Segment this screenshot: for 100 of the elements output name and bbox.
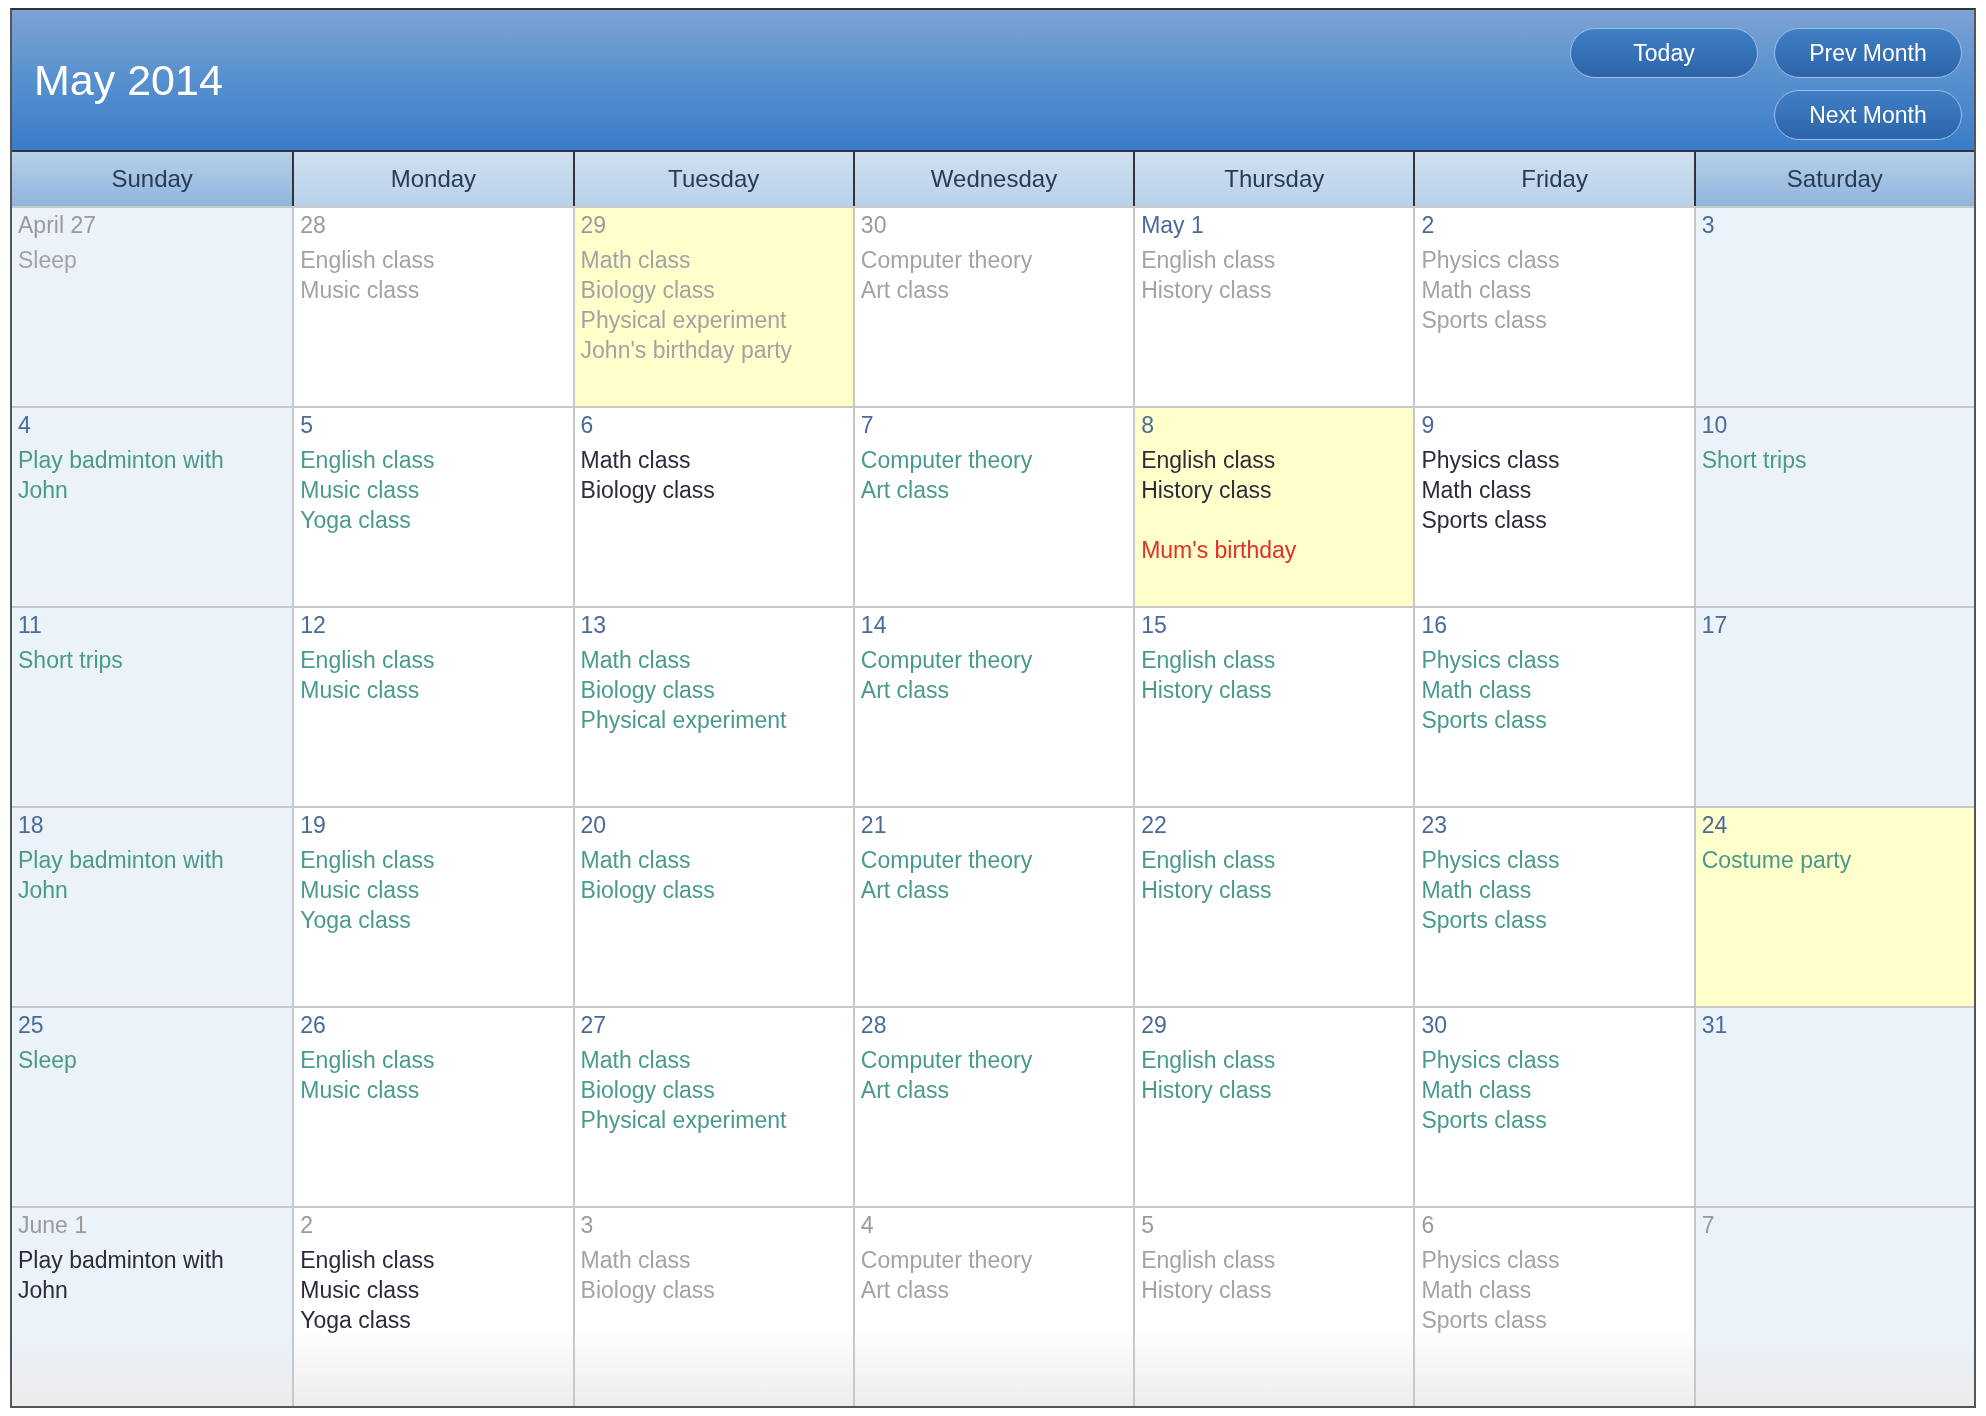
day-cell[interactable]: 12 English class Music class: [292, 606, 573, 806]
event-text[interactable]: Music class: [300, 1275, 420, 1305]
event-text[interactable]: Math class: [1421, 475, 1532, 505]
event-text[interactable]: History class: [1141, 1075, 1272, 1105]
day-cell[interactable]: 14 Computer theory Art class: [852, 606, 1134, 806]
event-text[interactable]: English class: [1141, 845, 1276, 875]
day-cell[interactable]: 31: [1693, 1006, 1974, 1206]
event-text[interactable]: Math class: [1421, 275, 1532, 305]
event-text[interactable]: Mum's birthday: [1141, 505, 1297, 565]
event-text[interactable]: Math class: [580, 645, 691, 675]
event-text[interactable]: Physics class: [1421, 245, 1560, 275]
event-text[interactable]: Play badminton with John: [18, 845, 253, 905]
event-text[interactable]: Physical experiment: [580, 705, 787, 735]
day-cell[interactable]: 2 Physics class Math class Sports class: [1413, 206, 1694, 406]
event-text[interactable]: Physics class: [1421, 645, 1560, 675]
event-text[interactable]: Art class: [860, 875, 950, 905]
event-text[interactable]: Sports class: [1421, 305, 1547, 335]
event-text[interactable]: Music class: [300, 475, 420, 505]
day-cell[interactable]: 4 Play badminton with John: [12, 406, 293, 606]
event-text[interactable]: Sports class: [1421, 1105, 1547, 1135]
event-text[interactable]: Music class: [300, 875, 420, 905]
event-text[interactable]: History class: [1141, 675, 1272, 705]
day-cell[interactable]: 5 English class Music class Yoga class: [292, 406, 573, 606]
event-text[interactable]: Play badminton with John: [18, 445, 253, 505]
day-cell[interactable]: 16 Physics class Math class Sports class: [1413, 606, 1694, 806]
event-text[interactable]: Math class: [1421, 675, 1532, 705]
event-text[interactable]: Short trips: [18, 645, 123, 675]
day-cell[interactable]: May 1 English class History class: [1133, 206, 1414, 406]
event-text[interactable]: English class: [1141, 445, 1276, 475]
event-text[interactable]: English class: [300, 845, 435, 875]
event-text[interactable]: Physics class: [1421, 445, 1560, 475]
event-text[interactable]: Math class: [580, 245, 691, 275]
event-text[interactable]: John's birthday party: [580, 335, 793, 365]
event-text[interactable]: Math class: [580, 1045, 691, 1075]
nav-button[interactable]: Next Month: [1774, 90, 1962, 140]
day-cell[interactable]: 10 Short trips: [1693, 406, 1974, 606]
day-cell[interactable]: 22 English class History class: [1133, 806, 1414, 1006]
day-cell[interactable]: 29 English class History class: [1133, 1006, 1414, 1206]
event-text[interactable]: Short trips: [1701, 445, 1807, 475]
day-cell[interactable]: 7 Computer theory Art class: [852, 406, 1134, 606]
day-cell[interactable]: 30 Physics class Math class Sports class: [1413, 1006, 1694, 1206]
event-text[interactable]: Art class: [860, 275, 950, 305]
day-cell[interactable]: 9 Physics class Math class Sports class: [1413, 406, 1694, 606]
event-text[interactable]: Art class: [860, 475, 950, 505]
day-cell[interactable]: 6 Physics class Math class Sports class: [1413, 1206, 1694, 1406]
event-text[interactable]: History class: [1141, 875, 1272, 905]
event-text[interactable]: English class: [300, 445, 435, 475]
event-text[interactable]: Biology class: [580, 875, 715, 905]
day-cell[interactable]: 20 Math class Biology class: [572, 806, 853, 1006]
event-text[interactable]: Computer theory: [860, 1045, 1033, 1075]
day-cell[interactable]: 2 English class Music class Yoga class: [292, 1206, 573, 1406]
event-text[interactable]: Physics class: [1421, 1045, 1560, 1075]
event-text[interactable]: Physics class: [1421, 1245, 1560, 1275]
day-cell[interactable]: 4 Computer theory Art class: [852, 1206, 1134, 1406]
event-text[interactable]: Biology class: [580, 275, 715, 305]
day-cell[interactable]: 28 Computer theory Art class: [852, 1006, 1134, 1206]
event-text[interactable]: English class: [1141, 1245, 1276, 1275]
event-text[interactable]: Math class: [1421, 875, 1532, 905]
event-text[interactable]: Biology class: [580, 475, 715, 505]
event-text[interactable]: English class: [1141, 645, 1276, 675]
day-cell[interactable]: 18 Play badminton with John: [12, 806, 293, 1006]
event-text[interactable]: Play badminton with John: [18, 1245, 253, 1305]
day-cell[interactable]: 3 Math class Biology class: [572, 1206, 853, 1406]
day-cell[interactable]: 17: [1693, 606, 1974, 806]
event-text[interactable]: Sports class: [1421, 905, 1547, 935]
event-text[interactable]: Sports class: [1421, 1305, 1547, 1335]
event-text[interactable]: History class: [1141, 475, 1272, 505]
event-text[interactable]: Computer theory: [860, 845, 1033, 875]
event-text[interactable]: Yoga class: [300, 905, 411, 935]
event-text[interactable]: Physical experiment: [580, 305, 787, 335]
event-text[interactable]: History class: [1141, 275, 1272, 305]
event-text[interactable]: Sports class: [1421, 705, 1547, 735]
day-cell[interactable]: 27 Math class Biology class Physical experiment: [572, 1006, 853, 1206]
event-text[interactable]: Biology class: [580, 1075, 715, 1105]
event-text[interactable]: Music class: [300, 675, 420, 705]
event-text[interactable]: Biology class: [580, 675, 715, 705]
day-cell[interactable]: 26 English class Music class: [292, 1006, 573, 1206]
event-text[interactable]: Sleep: [18, 1045, 77, 1075]
nav-button[interactable]: Today: [1570, 28, 1758, 78]
event-text[interactable]: English class: [300, 1245, 435, 1275]
event-text[interactable]: Math class: [580, 445, 691, 475]
day-cell[interactable]: 13 Math class Biology class Physical experiment: [572, 606, 853, 806]
day-cell[interactable]: 11 Short trips: [12, 606, 293, 806]
event-text[interactable]: English class: [300, 245, 435, 275]
day-cell[interactable]: 28 English class Music class: [292, 206, 573, 406]
event-text[interactable]: Math class: [1421, 1275, 1532, 1305]
event-text[interactable]: Computer theory: [860, 445, 1033, 475]
day-cell[interactable]: June 1 Play badminton with John: [12, 1206, 293, 1406]
event-text[interactable]: Music class: [300, 1075, 420, 1105]
day-cell[interactable]: 15 English class History class: [1133, 606, 1414, 806]
day-cell[interactable]: 24 Costume party: [1693, 806, 1974, 1006]
day-cell[interactable]: 25 Sleep: [12, 1006, 293, 1206]
event-text[interactable]: Computer theory: [860, 1245, 1033, 1275]
event-text[interactable]: Art class: [860, 675, 950, 705]
day-cell[interactable]: 3: [1693, 206, 1974, 406]
event-text[interactable]: Sports class: [1421, 505, 1547, 535]
day-cell[interactable]: 7: [1693, 1206, 1974, 1406]
event-text[interactable]: Computer theory: [860, 645, 1033, 675]
event-text[interactable]: Costume party: [1701, 845, 1852, 875]
day-cell[interactable]: 21 Computer theory Art class: [852, 806, 1134, 1006]
